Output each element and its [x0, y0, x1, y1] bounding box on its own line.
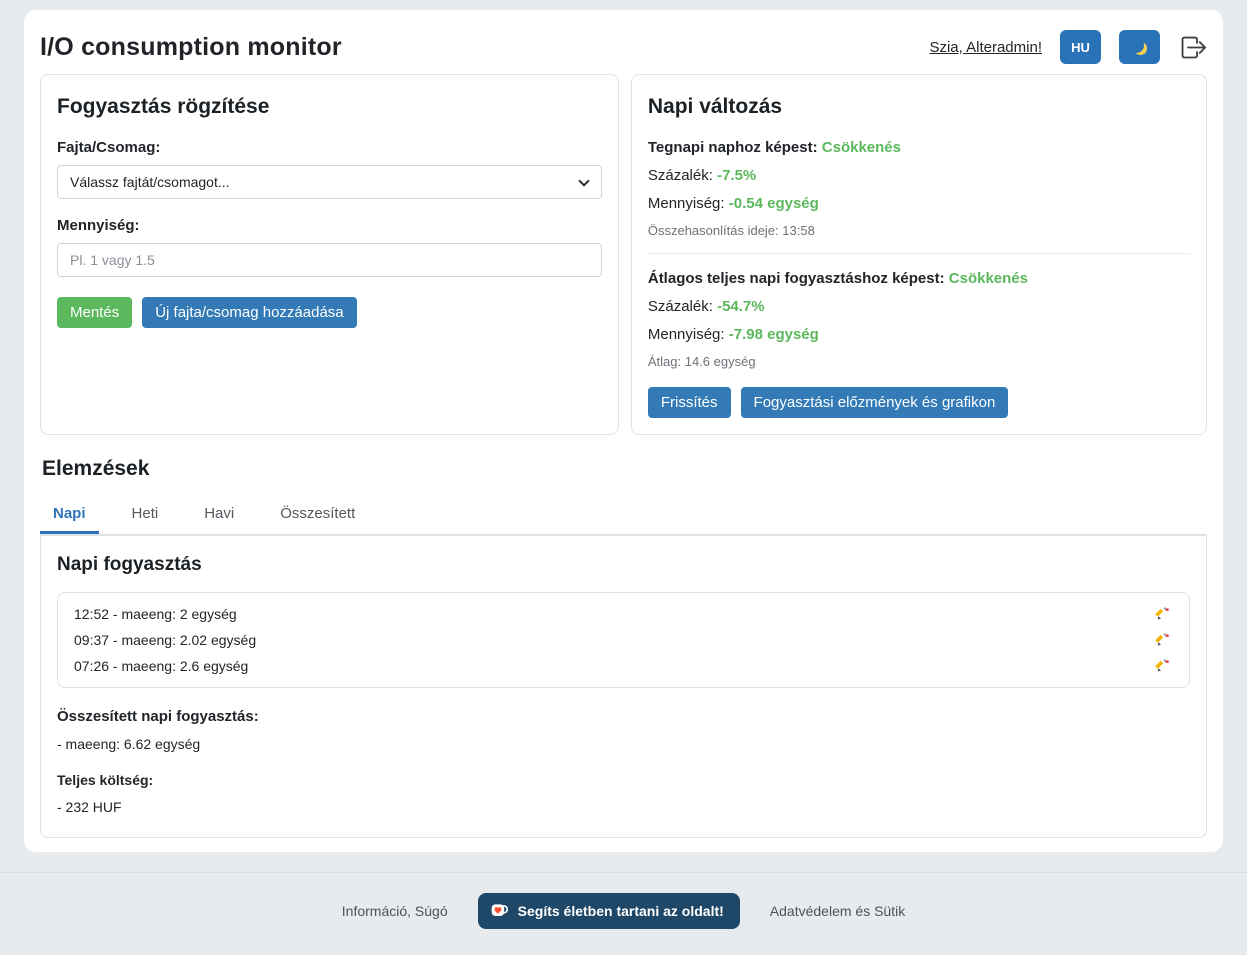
coffee-heart-icon — [490, 901, 510, 921]
app-header: I/O consumption monitor Szia, Alteradmin… — [40, 26, 1207, 74]
average-percent-line: Százalék: -54.7% — [648, 298, 1190, 315]
yesterday-status: Csökkenés — [822, 139, 901, 156]
info-help-link[interactable]: Információ, Súgó — [342, 903, 448, 919]
average-percent-value: -54.7% — [717, 298, 765, 315]
yesterday-quantity-line: Mennyiség: -0.54 egység — [648, 195, 1190, 212]
edit-entry-button[interactable] — [1153, 630, 1173, 650]
logout-button[interactable] — [1178, 33, 1207, 62]
average-label: Átlagos teljes napi fogyasztáshoz képest… — [648, 270, 945, 287]
history-chart-button[interactable]: Fogyasztási előzmények és grafikon — [741, 387, 1009, 418]
analytics-tabs: Napi Heti Havi Összesített — [40, 497, 1207, 535]
yesterday-label: Tegnapi naphoz képest: — [648, 139, 818, 156]
list-item: 09:37 - maeeng: 2.02 egység — [58, 627, 1189, 653]
consumption-record-card: Fogyasztás rögzítése Fajta/Csomag: Válas… — [40, 74, 619, 435]
add-type-button[interactable]: Új fajta/csomag hozzáadása — [142, 297, 356, 328]
support-button[interactable]: Segíts életben tartani az oldalt! — [478, 893, 740, 929]
daily-consumption-title: Napi fogyasztás — [57, 554, 1190, 576]
top-cards-row: Fogyasztás rögzítése Fajta/Csomag: Válas… — [40, 74, 1207, 435]
pencil-icon — [1155, 658, 1171, 674]
type-label: Fajta/Csomag: — [57, 139, 602, 156]
main-container: I/O consumption monitor Szia, Alteradmin… — [24, 10, 1223, 852]
tab-heti[interactable]: Heti — [119, 497, 172, 534]
yesterday-percent-value: -7.5% — [717, 167, 756, 184]
tab-napi[interactable]: Napi — [40, 497, 99, 534]
greeting-link[interactable]: Szia, Alteradmin! — [929, 39, 1042, 56]
total-cost-value: - 232 HUF — [57, 799, 1190, 815]
pencil-icon — [1155, 632, 1171, 648]
header-actions: Szia, Alteradmin! HU — [929, 30, 1207, 64]
support-button-label: Segíts életben tartani az oldalt! — [518, 903, 724, 919]
daily-total-value: - maeeng: 6.62 egység — [57, 736, 1190, 752]
privacy-cookies-link[interactable]: Adatvédelem és Sütik — [770, 903, 905, 919]
entry-text: 12:52 - maeeng: 2 egység — [74, 606, 237, 622]
app-footer: Információ, Súgó Segíts életben tartani … — [0, 872, 1247, 955]
pencil-icon — [1155, 606, 1171, 622]
average-percent-label: Százalék: — [648, 298, 713, 315]
yesterday-quantity-value: -0.54 egység — [729, 195, 819, 212]
type-select[interactable]: Válassz fajtát/csomagot... — [57, 165, 602, 199]
average-status-line: Átlagos teljes napi fogyasztáshoz képest… — [648, 270, 1190, 287]
edit-entry-button[interactable] — [1153, 604, 1173, 624]
language-button[interactable]: HU — [1060, 30, 1101, 64]
analytics-title: Elemzések — [42, 457, 1207, 481]
quantity-input[interactable] — [57, 243, 602, 277]
daily-total-label: Összesített napi fogyasztás: — [57, 708, 1190, 725]
theme-toggle-button[interactable] — [1119, 30, 1160, 64]
yesterday-quantity-label: Mennyiség: — [648, 195, 725, 212]
entry-text: 09:37 - maeeng: 2.02 egység — [74, 632, 256, 648]
compare-time: Összehasonlítás ideje: 13:58 — [648, 223, 1190, 238]
record-card-title: Fogyasztás rögzítése — [57, 95, 602, 119]
average-info: Átlag: 14.6 egység — [648, 354, 1190, 369]
edit-entry-button[interactable] — [1153, 656, 1173, 676]
daily-change-title: Napi változás — [648, 95, 1190, 119]
logout-icon — [1178, 33, 1207, 62]
moon-icon — [1129, 38, 1144, 53]
daily-consumption-card: Napi fogyasztás 12:52 - maeeng: 2 egység… — [40, 535, 1207, 838]
entries-list: 12:52 - maeeng: 2 egység 09:37 - maeeng:… — [57, 592, 1190, 688]
daily-change-buttons-row: Frissítés Fogyasztási előzmények és graf… — [648, 387, 1190, 418]
yesterday-percent-label: Százalék: — [648, 167, 713, 184]
yesterday-status-line: Tegnapi naphoz képest: Csökkenés — [648, 139, 1190, 156]
yesterday-percent-line: Százalék: -7.5% — [648, 167, 1190, 184]
tab-osszesitett[interactable]: Összesített — [267, 497, 368, 534]
quantity-label: Mennyiség: — [57, 217, 602, 234]
total-cost-label: Teljes költség: — [57, 772, 1190, 788]
average-quantity-value: -7.98 egység — [729, 326, 819, 343]
tab-havi[interactable]: Havi — [191, 497, 247, 534]
refresh-button[interactable]: Frissítés — [648, 387, 731, 418]
list-item: 07:26 - maeeng: 2.6 egység — [58, 653, 1189, 679]
entry-text: 07:26 - maeeng: 2.6 egység — [74, 658, 248, 674]
average-status: Csökkenés — [949, 270, 1028, 287]
record-buttons-row: Mentés Új fajta/csomag hozzáadása — [57, 297, 602, 328]
type-select-wrap: Válassz fajtát/csomagot... — [57, 165, 602, 199]
page-title: I/O consumption monitor — [40, 33, 342, 62]
average-quantity-label: Mennyiség: — [648, 326, 725, 343]
average-quantity-line: Mennyiség: -7.98 egység — [648, 326, 1190, 343]
daily-change-card: Napi változás Tegnapi naphoz képest: Csö… — [631, 74, 1207, 435]
divider — [648, 253, 1190, 254]
save-button[interactable]: Mentés — [57, 297, 132, 328]
list-item: 12:52 - maeeng: 2 egység — [58, 601, 1189, 627]
